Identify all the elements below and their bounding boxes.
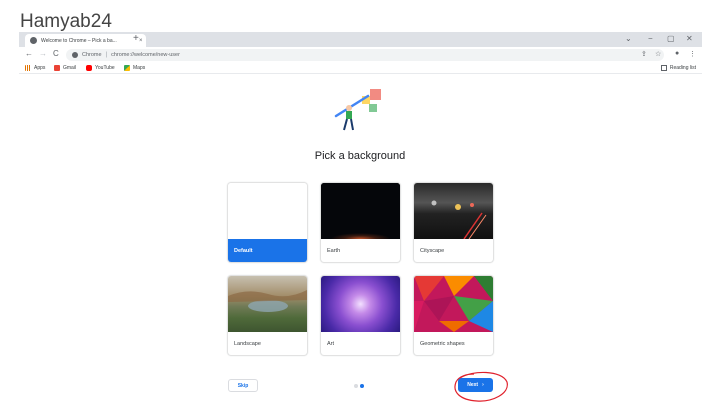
maximize-button[interactable]: ▢ <box>667 34 675 43</box>
forward-icon[interactable]: → <box>39 49 47 58</box>
apps-grid-icon <box>25 65 31 71</box>
new-tab-button[interactable]: + <box>133 33 139 44</box>
art-image <box>321 276 400 332</box>
address-bar[interactable]: Chrome | chrome://welcome/new-user <box>66 49 664 61</box>
bookmark-label: Apps <box>34 65 46 71</box>
card-label: Art <box>327 340 335 347</box>
bookmark-label: Maps <box>133 65 146 71</box>
painter-illustration <box>334 89 381 131</box>
card-label: Earth <box>327 247 341 254</box>
address-separator: | <box>105 52 108 58</box>
cityscape-image <box>414 183 493 240</box>
menu-icon[interactable]: ⋮ <box>689 50 696 58</box>
background-card-landscape[interactable]: Landscape <box>228 276 307 355</box>
background-card-art[interactable]: Art <box>321 276 400 355</box>
card-label: Default <box>228 239 307 262</box>
bookmark-maps[interactable]: Maps <box>124 65 145 71</box>
minimize-button[interactable]: − <box>648 34 653 43</box>
skip-button[interactable]: Skip <box>228 379 258 392</box>
tab-close-icon[interactable]: × <box>139 38 143 44</box>
chrome-favicon-icon <box>30 37 37 44</box>
landscape-image <box>228 276 307 332</box>
step-indicator-dot <box>354 384 358 388</box>
bookmark-gmail[interactable]: Gmail <box>54 65 76 71</box>
gmail-icon <box>54 65 60 71</box>
bookmark-star-icon[interactable]: ☆ <box>655 50 661 58</box>
step-indicator-dot-active <box>360 384 364 388</box>
background-card-cityscape[interactable]: Cityscape <box>414 183 493 262</box>
site-info-icon[interactable] <box>72 52 78 58</box>
earth-image <box>321 183 400 239</box>
url-text[interactable]: chrome://welcome/new-user <box>111 52 180 58</box>
profile-avatar-icon[interactable]: ● <box>675 50 679 57</box>
page-title: Pick a background <box>314 150 406 162</box>
reading-list-icon <box>660 65 667 71</box>
reload-icon[interactable]: C <box>53 49 59 58</box>
tab-strip: Welcome to Chrome – Pick a ba... × + ⌄ −… <box>19 32 702 47</box>
bookmark-apps[interactable]: Apps <box>25 65 45 71</box>
site-label: Chrome <box>82 52 102 58</box>
background-card-earth[interactable]: Earth <box>321 183 400 262</box>
tab-title: Welcome to Chrome – Pick a ba... <box>41 37 117 44</box>
tab-search-icon[interactable]: ⌄ <box>625 34 632 43</box>
background-card-default[interactable]: Default <box>228 183 307 262</box>
card-label: Cityscape <box>420 247 445 254</box>
bookmark-youtube[interactable]: YouTube <box>86 65 115 71</box>
default-preview <box>228 183 307 239</box>
geometric-image <box>414 276 493 332</box>
close-window-button[interactable]: ✕ <box>686 34 693 43</box>
tab-welcome[interactable]: Welcome to Chrome – Pick a ba... × <box>25 34 146 47</box>
bookmark-label: Gmail <box>63 65 77 71</box>
share-icon[interactable]: ⇪ <box>641 50 647 58</box>
bookmark-label: YouTube <box>95 65 115 71</box>
reading-list-label: Reading list <box>669 65 696 71</box>
annotation-circle <box>454 371 508 402</box>
card-label: Geometric shapes <box>420 340 465 347</box>
youtube-icon <box>86 65 92 71</box>
watermark-text: Hamyab24 <box>20 11 112 32</box>
back-icon[interactable]: ← <box>25 49 33 58</box>
card-label: Landscape <box>234 340 261 347</box>
background-card-geometric[interactable]: Geometric shapes <box>414 276 493 355</box>
toolbar: ← → C Chrome | chrome://welcome/new-user… <box>19 47 702 63</box>
reading-list-button[interactable]: Reading list <box>660 65 696 71</box>
maps-icon <box>124 65 130 71</box>
bookmarks-bar: Apps Gmail YouTube Maps Reading list <box>19 63 702 74</box>
